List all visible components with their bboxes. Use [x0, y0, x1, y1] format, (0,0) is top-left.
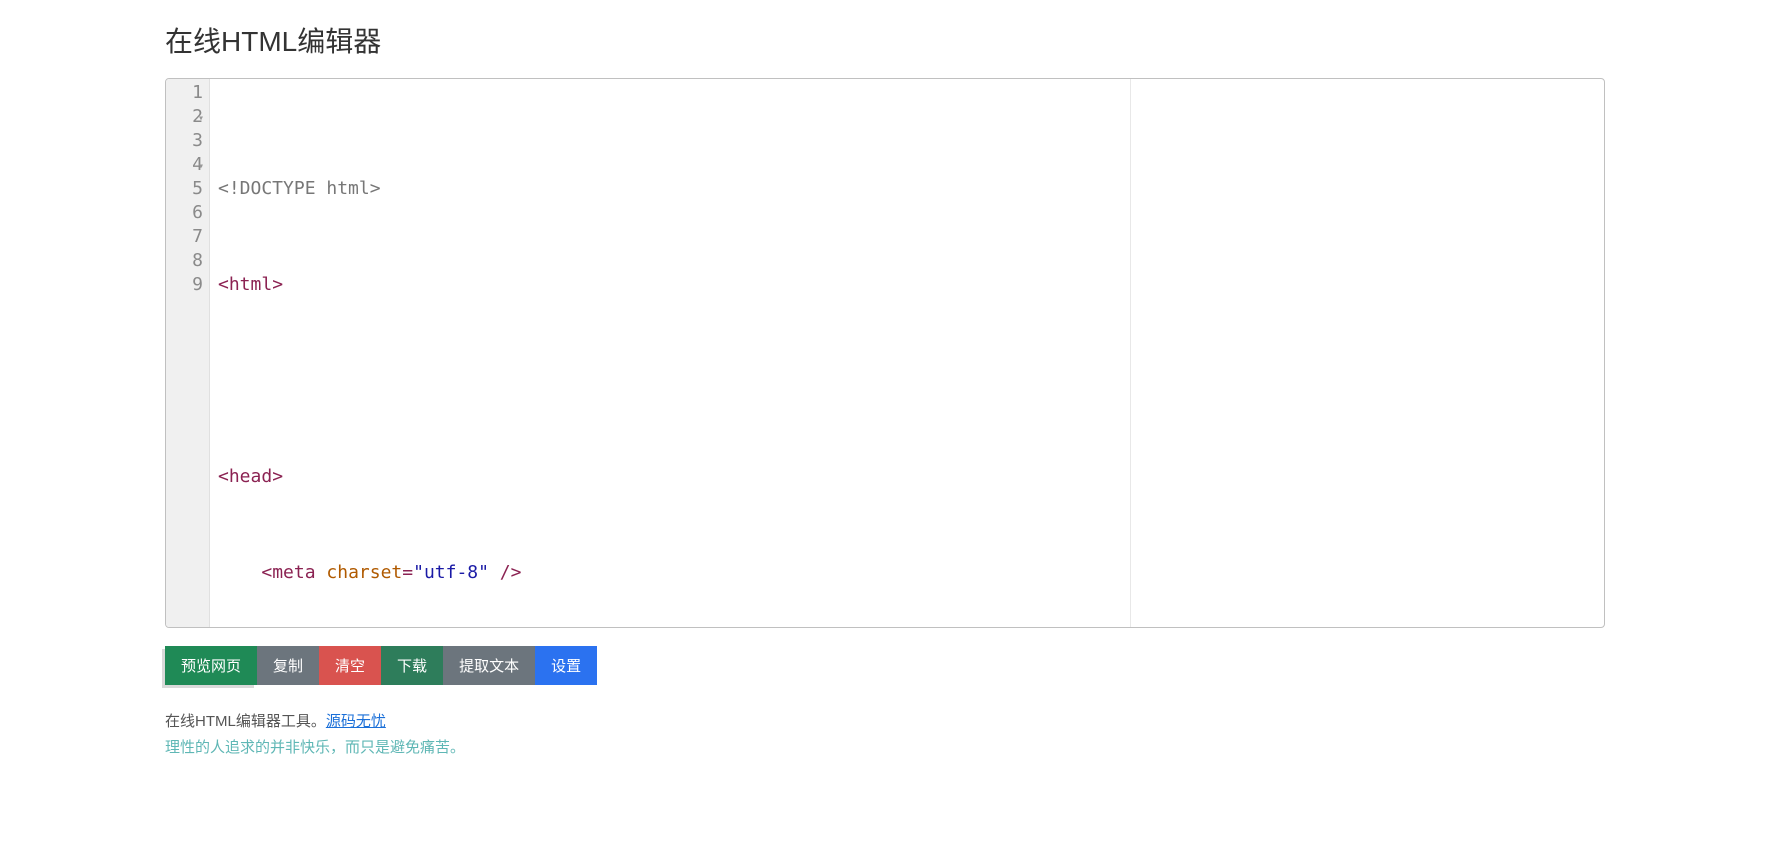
- footer-quote: 理性的人追求的并非快乐，而只是避免痛苦。: [165, 735, 1605, 761]
- print-margin: [1130, 79, 1131, 627]
- code-content[interactable]: <!DOCTYPE html> <html> <head> <meta char…: [210, 79, 1604, 627]
- line-number: 9: [166, 273, 203, 297]
- line-number: 8: [166, 249, 203, 273]
- code-line: <head>: [218, 465, 1604, 489]
- line-number: 4: [166, 153, 203, 177]
- line-number: 6: [166, 201, 203, 225]
- footer: 在线HTML编辑器工具。源码无忧 理性的人追求的并非快乐，而只是避免痛苦。: [165, 709, 1605, 760]
- code-line: <meta charset="utf-8" />: [218, 561, 1604, 585]
- page-title: 在线HTML编辑器: [165, 20, 1605, 60]
- line-number: 2: [166, 105, 203, 129]
- source-link[interactable]: 源码无忧: [326, 713, 386, 730]
- line-number: 3: [166, 129, 203, 153]
- code-line: [218, 369, 1604, 393]
- copy-button[interactable]: 复制: [257, 646, 319, 685]
- settings-button[interactable]: 设置: [535, 646, 597, 685]
- line-number: 7: [166, 225, 203, 249]
- extract-text-button[interactable]: 提取文本: [443, 646, 535, 685]
- clear-button[interactable]: 清空: [319, 646, 381, 685]
- preview-button[interactable]: 预览网页: [165, 646, 257, 685]
- code-line: <!DOCTYPE html>: [218, 177, 1604, 201]
- line-number-gutter: 1 2 3 4 5 6 7 8 9: [166, 79, 210, 627]
- line-number: 1: [166, 81, 203, 105]
- line-number: 5: [166, 177, 203, 201]
- code-editor[interactable]: 1 2 3 4 5 6 7 8 9 <!DOCTYPE html> <html>…: [165, 78, 1605, 628]
- action-toolbar: 预览网页 复制 清空 下载 提取文本 设置: [165, 646, 1605, 685]
- footer-description: 在线HTML编辑器工具。: [165, 713, 326, 730]
- code-line: <html>: [218, 273, 1604, 297]
- download-button[interactable]: 下载: [381, 646, 443, 685]
